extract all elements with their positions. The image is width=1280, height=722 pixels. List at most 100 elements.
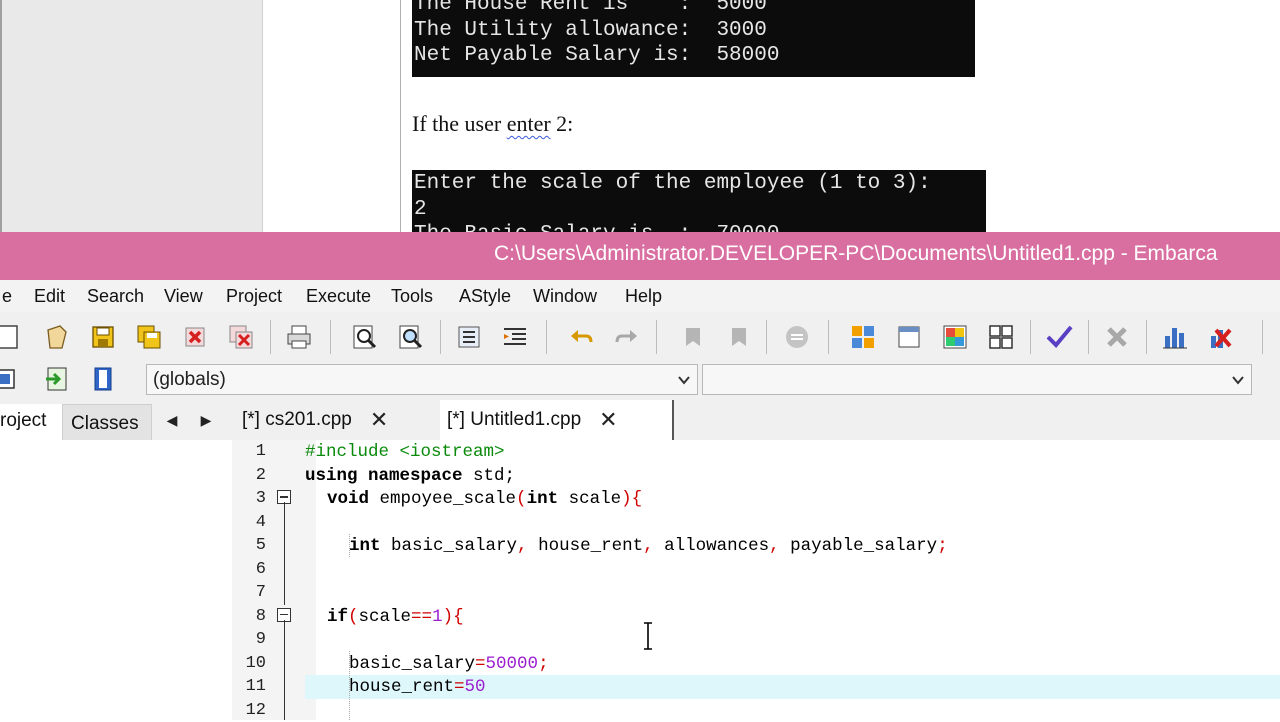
paragraph-text: If the user [412,111,507,136]
menu-tools[interactable]: Tools [391,286,433,307]
menu-view[interactable]: View [164,286,203,307]
close-file-icon[interactable] [180,322,210,352]
goto-line-icon[interactable] [782,322,812,352]
toolbar-separator [828,320,829,354]
menu-search[interactable]: Search [87,286,144,307]
identifier: house_rent [528,536,644,556]
find-icon[interactable] [350,322,380,352]
line-number: 10 [232,654,266,673]
toolbar-separator [546,320,547,354]
code-line: 3 void empoyee_scale(int scale){ [222,487,1280,511]
bookmark-next-icon[interactable] [724,322,754,352]
text-cursor-icon [640,621,656,651]
keyword: using namespace [305,466,463,486]
line-number: 1 [232,442,266,461]
symbol: , [769,536,780,556]
code-line: 12 [222,699,1280,722]
symbol: ( [348,607,359,627]
redo-icon[interactable] [612,322,642,352]
menu-bar: e Edit Search View Project Execute Tools… [0,280,1280,312]
code-editor[interactable]: 1 #include <iostream> 2 using namespace … [222,440,1280,720]
console-output-top: The House Rent is : 5000The Utility allo… [412,0,975,77]
console-output-bottom: Enter the scale of the employee (1 to 3)… [412,170,986,232]
console-line: The Utility allowance: 3000 [414,18,975,44]
toolbar-separator [440,320,441,354]
close-all-icon[interactable] [226,322,256,352]
indent-icon[interactable] [454,322,484,352]
symbol: ){ [621,489,642,509]
replace-icon[interactable] [396,322,426,352]
delete-profile-icon[interactable] [1206,322,1236,352]
document-gutter [0,0,2,232]
tabs-row: roject Classes ◀ ▶ [*] cs201.cpp ✕ [*] U… [0,400,1280,440]
identifier: empoyee_scale [369,489,516,509]
menu-edit[interactable]: Edit [34,286,65,307]
bookmark-prev-icon[interactable] [678,322,708,352]
code-text: if(scale==1){ [327,607,464,627]
code-line: 2 using namespace std; [222,464,1280,488]
scroll-tabs-left-icon[interactable]: ◀ [156,404,188,436]
file-tab-cs201[interactable]: [*] cs201.cpp ✕ [236,400,436,440]
check-syntax-icon[interactable] [1044,322,1074,352]
symbol: = [454,677,465,697]
identifier: basic_salary [349,654,475,674]
stop-execution-icon[interactable] [1102,322,1132,352]
menu-project[interactable]: Project [226,286,282,307]
close-tab-icon[interactable]: ✕ [370,409,388,431]
tab-classes[interactable]: Classes [62,404,152,440]
members-dropdown[interactable] [702,364,1252,395]
line-number: 6 [232,560,266,579]
file-tab-untitled1[interactable]: [*] Untitled1.cpp ✕ [440,400,674,440]
save-icon[interactable] [88,322,118,352]
tab-classes-label: Classes [71,413,139,435]
profile-chart-icon[interactable] [1160,322,1190,352]
line-number: 12 [232,701,266,720]
symbol: = [475,654,486,674]
print-icon[interactable] [284,322,314,352]
toolbar-separator [1030,320,1031,354]
tile-windows-icon[interactable] [986,322,1016,352]
misspelled-word[interactable]: enter [507,111,551,136]
window-layout-icon[interactable] [940,322,970,352]
project-options-icon[interactable] [848,322,878,352]
globals-dropdown[interactable]: (globals) [146,364,698,395]
line-number: 9 [232,630,266,649]
close-tab-icon[interactable]: ✕ [599,409,617,431]
toggle-bookmark-icon[interactable] [88,364,118,394]
keyword: int [527,489,559,509]
new-project-icon[interactable] [894,322,924,352]
title-bar[interactable]: C:\Users\Administrator.DEVELOPER-PC\Docu… [0,232,1280,280]
symbol: ){ [443,607,464,627]
goto-declaration-icon[interactable] [42,364,72,394]
code-line: 11 house_rent=50 [222,675,1280,699]
unindent-icon[interactable] [500,322,530,352]
new-file-icon[interactable] [0,322,24,352]
toolbar-separator [1262,320,1263,354]
symbol: ( [516,489,527,509]
paragraph-text: 2: [551,111,574,136]
menu-execute[interactable]: Execute [306,286,371,307]
identifier: payable_salary [780,536,938,556]
menu-window[interactable]: Window [533,286,597,307]
menu-help[interactable]: Help [625,286,662,307]
console-line: The Basic Salary is : 70000 [414,222,986,232]
identifier: house_rent [349,677,454,697]
fold-line [284,502,285,605]
open-file-icon[interactable] [42,322,72,352]
project-browser-panel[interactable] [0,440,223,720]
menu-file[interactable]: e [2,286,12,307]
tab-project[interactable]: roject [0,404,62,440]
identifier: allowances [654,536,770,556]
insert-icon[interactable] [0,364,22,394]
code-text: house_rent=50 [349,677,486,697]
save-all-icon[interactable] [134,322,164,352]
indent-guide [349,651,351,720]
toolbar-separator [330,320,331,354]
number-literal: 50000 [486,654,539,674]
line-number: 3 [232,489,266,508]
menu-astyle[interactable]: AStyle [459,286,511,307]
scroll-tabs-right-icon[interactable]: ▶ [190,404,222,436]
undo-icon[interactable] [566,322,596,352]
indent-guide [349,534,351,557]
toolbar-separator [1146,320,1147,354]
